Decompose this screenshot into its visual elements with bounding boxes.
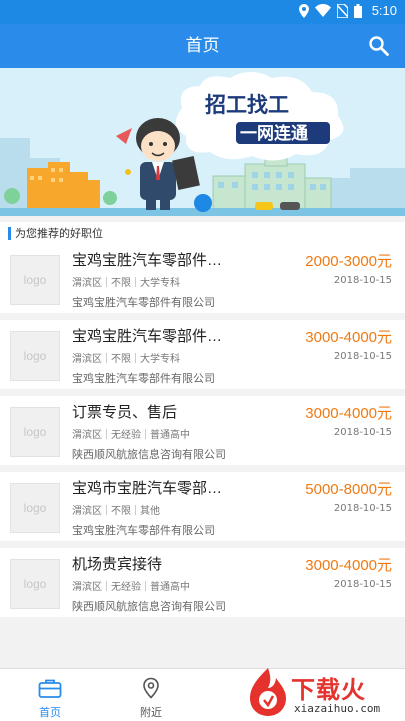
- tag-separator: [145, 581, 146, 591]
- watermark-logo: 下载火 xiazaihuo.com: [244, 664, 405, 720]
- search-icon: [369, 36, 389, 56]
- tag-separator: [106, 353, 107, 363]
- wifi-icon: [314, 4, 331, 17]
- company-logo-placeholder: logo: [10, 407, 60, 457]
- job-experience: 不限: [111, 354, 131, 365]
- job-date: 2018-10-15: [333, 503, 392, 514]
- tab-home[interactable]: 首页: [0, 669, 100, 721]
- job-title: 订票专员、售后: [72, 404, 178, 421]
- job-experience: 不限: [111, 278, 131, 289]
- job-company: 宝鸡宝胜汽车零部件有限公司: [72, 296, 215, 309]
- company-logo-placeholder: logo: [10, 331, 60, 381]
- status-bar: 5:10: [0, 0, 405, 24]
- job-date: 2018-10-15: [333, 579, 392, 590]
- company-logo-placeholder: logo: [10, 255, 60, 305]
- status-time: 5:10: [371, 3, 397, 18]
- job-salary: 3000-4000元: [305, 557, 392, 574]
- status-icons: 5:10: [298, 3, 397, 18]
- job-tags: 渭滨区 无经验 普通高中: [72, 426, 190, 441]
- job-title: 宝鸡市宝胜汽车零部…: [72, 480, 223, 497]
- job-salary: 3000-4000元: [305, 405, 392, 422]
- job-tags: 渭滨区 不限 其他: [72, 502, 160, 517]
- search-button[interactable]: [367, 34, 391, 58]
- job-date: 2018-10-15: [333, 351, 392, 362]
- job-company: 陕西顺风航旅信息咨询有限公司: [72, 448, 226, 461]
- company-logo-placeholder: logo: [10, 559, 60, 609]
- job-tags: 渭滨区 无经验 普通高中: [72, 578, 190, 593]
- flame-logo-icon: [250, 668, 286, 716]
- location-pin-icon: [143, 677, 159, 699]
- job-district: 渭滨区: [72, 278, 102, 289]
- app-bar: 首页: [0, 24, 405, 68]
- watermark-text: 下载火: [291, 676, 366, 704]
- tag-separator: [135, 277, 136, 287]
- job-salary: 5000-8000元: [305, 481, 392, 498]
- job-company: 陕西顺风航旅信息咨询有限公司: [72, 600, 226, 613]
- job-district: 渭滨区: [72, 506, 102, 517]
- job-card[interactable]: logo 宝鸡市宝胜汽车零部… 5000-8000元 渭滨区 不限 其他 2018-…: [0, 472, 405, 541]
- job-district: 渭滨区: [72, 354, 102, 365]
- banner-headline-bottom: 一网连通: [240, 123, 308, 144]
- tag-separator: [135, 353, 136, 363]
- job-district: 渭滨区: [72, 582, 102, 593]
- job-experience: 无经验: [111, 430, 141, 441]
- job-salary: 3000-4000元: [305, 329, 392, 346]
- job-education: 其他: [140, 506, 160, 517]
- recommended-section-header: 为您推荐的好职位: [0, 222, 405, 244]
- banner-illustration: 招工找工 一网连通: [0, 68, 405, 216]
- company-logo-placeholder: logo: [10, 483, 60, 533]
- job-tags: 渭滨区 不限 大学专科: [72, 350, 180, 365]
- job-education: 大学专科: [140, 278, 180, 289]
- tag-separator: [106, 277, 107, 287]
- tab-nearby-label: 附近: [140, 706, 162, 719]
- battery-icon: [353, 3, 362, 18]
- location-status-icon: [298, 3, 309, 18]
- job-title: 机场贵宾接待: [72, 556, 163, 573]
- tab-nearby[interactable]: 附近: [101, 669, 201, 721]
- section-title: 为您推荐的好职位: [15, 227, 103, 240]
- job-education: 普通高中: [150, 582, 190, 593]
- job-card[interactable]: logo 宝鸡宝胜汽车零部件… 2000-3000元 渭滨区 不限 大学专科 201…: [0, 244, 405, 313]
- briefcase-icon: [38, 679, 62, 698]
- tag-separator: [106, 581, 107, 591]
- job-district: 渭滨区: [72, 430, 102, 441]
- tag-separator: [106, 505, 107, 515]
- job-title: 宝鸡宝胜汽车零部件…: [72, 252, 223, 269]
- promo-banner[interactable]: 招工找工 一网连通: [0, 68, 405, 216]
- job-tags: 渭滨区 不限 大学专科: [72, 274, 180, 289]
- job-experience: 不限: [111, 506, 131, 517]
- watermark-url: xiazaihuo.com: [294, 702, 381, 715]
- tag-separator: [145, 429, 146, 439]
- no-sim-icon: [336, 3, 348, 18]
- page-title: 首页: [185, 36, 220, 55]
- tab-home-label: 首页: [39, 706, 61, 719]
- job-company: 宝鸡宝胜汽车零部件有限公司: [72, 372, 215, 385]
- job-company: 宝鸡宝胜汽车零部件有限公司: [72, 524, 215, 537]
- tag-separator: [106, 429, 107, 439]
- job-experience: 无经验: [111, 582, 141, 593]
- job-date: 2018-10-15: [333, 275, 392, 286]
- job-salary: 2000-3000元: [305, 253, 392, 270]
- job-education: 普通高中: [150, 430, 190, 441]
- job-card[interactable]: logo 机场贵宾接待 3000-4000元 渭滨区 无经验 普通高中 2018-1…: [0, 548, 405, 617]
- section-accent-bar: [8, 227, 11, 240]
- job-date: 2018-10-15: [333, 427, 392, 438]
- banner-headline-top: 招工找工: [205, 93, 289, 117]
- job-card[interactable]: logo 宝鸡宝胜汽车零部件… 3000-4000元 渭滨区 不限 大学专科 201…: [0, 320, 405, 389]
- job-title: 宝鸡宝胜汽车零部件…: [72, 328, 223, 345]
- job-education: 大学专科: [140, 354, 180, 365]
- job-card[interactable]: logo 订票专员、售后 3000-4000元 渭滨区 无经验 普通高中 2018-…: [0, 396, 405, 465]
- tag-separator: [135, 505, 136, 515]
